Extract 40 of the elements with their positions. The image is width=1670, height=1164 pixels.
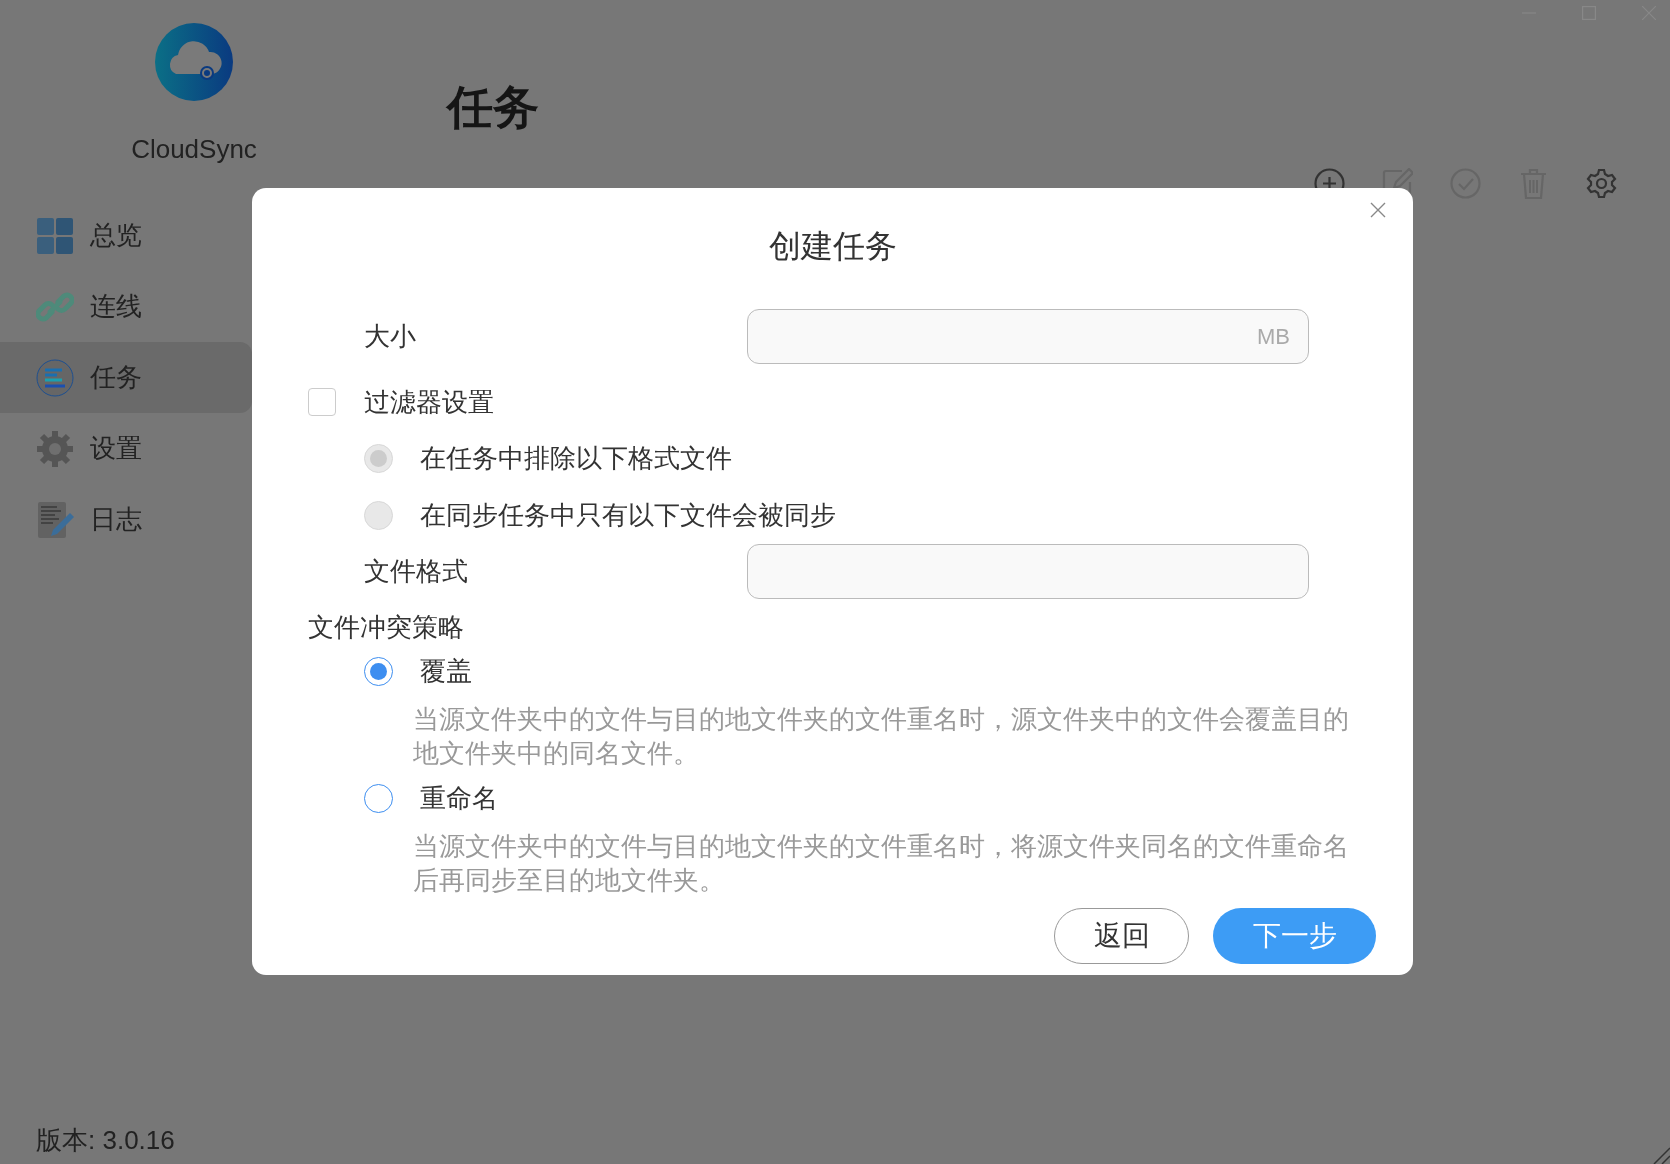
- checkbox[interactable]: [308, 388, 336, 416]
- sidebar-label: 总览: [90, 219, 142, 252]
- radio-label: 重命名: [420, 781, 498, 815]
- next-button[interactable]: 下一步: [1213, 908, 1376, 964]
- radio-button[interactable]: [364, 783, 393, 813]
- gear-icon: [36, 429, 74, 468]
- field-label: 大小: [364, 320, 417, 353]
- sidebar-label: 任务: [90, 361, 142, 394]
- back-button[interactable]: 返回: [1054, 908, 1189, 964]
- app-name: CloudSync: [131, 133, 257, 166]
- input-field[interactable]: [747, 544, 1309, 599]
- sidebar-label: 日志: [90, 503, 142, 536]
- settings-icon[interactable]: [1586, 168, 1617, 199]
- option-description: 当源文件夹中的文件与目的地文件夹的文件重名时，源文件夹中的文件会覆盖目的地文件夹中的同名文件。: [413, 703, 1350, 770]
- close-button[interactable]: [1370, 202, 1386, 218]
- cloud-logo-icon: [154, 22, 234, 102]
- option-description: 当源文件夹中的文件与目的地文件夹的文件重名时，将源文件夹同名的文件重命名后再同步至目的地文件夹。: [413, 830, 1350, 897]
- sidebar-label: 设置: [90, 432, 142, 465]
- notepad-icon: [36, 500, 74, 539]
- radio-label: 在任务中排除以下格式文件: [420, 442, 732, 475]
- checkbox-label: 过滤器设置: [364, 385, 494, 419]
- page-title: 任务: [447, 80, 539, 135]
- version-label: 版本: 3.0.16: [36, 1124, 175, 1157]
- section-label: 文件冲突策略: [308, 611, 464, 644]
- sidebar-item[interactable]: 设置: [0, 413, 252, 484]
- radio-button[interactable]: [364, 656, 393, 686]
- close-icon: [1370, 202, 1386, 218]
- field-label: 文件格式: [364, 555, 469, 588]
- sidebar-item[interactable]: 总览: [0, 200, 252, 271]
- sidebar-item[interactable]: 任务: [0, 342, 252, 413]
- sidebar-label: 连线: [90, 290, 142, 323]
- radio-label: 覆盖: [420, 654, 472, 688]
- unit-label: MB: [1257, 323, 1290, 351]
- dialog-title: 创建任务: [768, 227, 897, 266]
- grid-icon: [36, 216, 74, 255]
- sidebar-item[interactable]: 日志: [0, 484, 252, 555]
- list-icon: [36, 358, 74, 397]
- radio-label: 在同步任务中只有以下文件会被同步: [420, 499, 836, 532]
- sidebar-item[interactable]: 连线: [0, 271, 252, 342]
- input-field[interactable]: MB: [747, 309, 1309, 364]
